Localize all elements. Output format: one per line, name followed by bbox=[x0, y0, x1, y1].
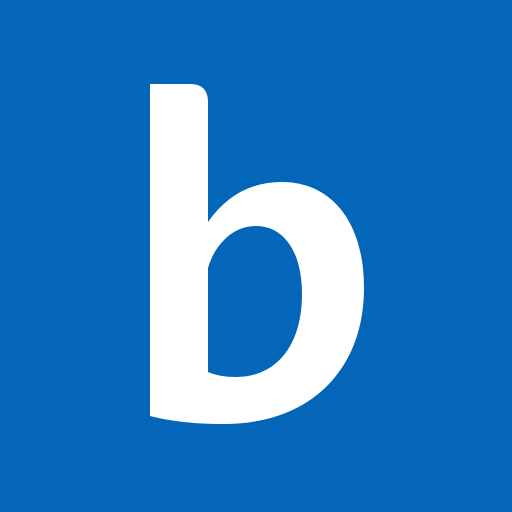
icon-background bbox=[0, 0, 512, 512]
letter-b-logo-icon bbox=[0, 0, 512, 512]
app-icon-tile bbox=[0, 0, 512, 512]
